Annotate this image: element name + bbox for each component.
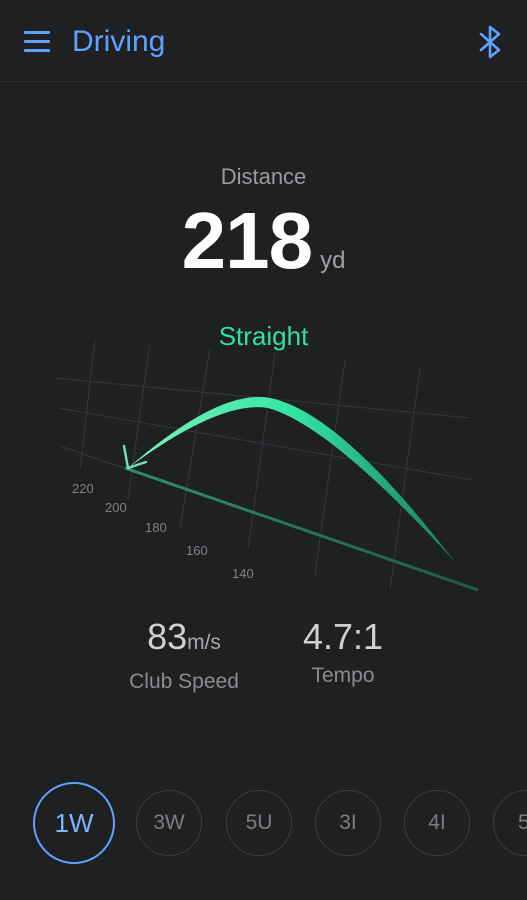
distance-label: Distance [220,164,307,189]
club-button-3i[interactable]: 3I [315,790,381,856]
distance-value: 218 [181,196,313,285]
grid-label-200: 200 [105,500,127,515]
club-button-4i[interactable]: 4I [404,790,470,856]
tempo-value: 4.7:1 [302,616,384,657]
club-speed-unit: m/s [187,631,221,654]
hamburger-menu-icon[interactable] [24,31,50,53]
grid-label-220: 220 [72,481,94,496]
grid-label-160: 160 [186,543,208,558]
club-button-5u[interactable]: 5U [226,790,292,856]
club-button-1w[interactable]: 1W [33,782,115,864]
bluetooth-icon[interactable] [476,24,506,60]
app-bar: Driving [0,0,527,82]
grid-label-140: 140 [232,566,254,581]
tempo-label: Tempo [311,664,375,687]
ball-flight-arc [128,396,455,562]
club-speed-value-row: 83m/s [104,612,264,668]
club-speed-value: 83 [147,616,188,657]
page-title: Driving [72,25,166,58]
club-button-5[interactable]: 5 [493,790,527,856]
tempo-stat: 4.7:1 Tempo [278,612,408,688]
distance-readout: 218 yd [0,192,527,290]
grid-labels: 220 200 180 160 140 [72,481,254,581]
distance-unit: yd [320,247,346,274]
club-speed-label: Club Speed [129,670,239,693]
club-button-3w[interactable]: 3W [136,790,202,856]
trajectory-view: 220 200 180 160 140 [54,337,479,592]
grid-label-180: 180 [145,520,167,535]
perspective-grid [54,337,477,591]
club-speed-stat: 83m/s Club Speed [104,612,264,694]
